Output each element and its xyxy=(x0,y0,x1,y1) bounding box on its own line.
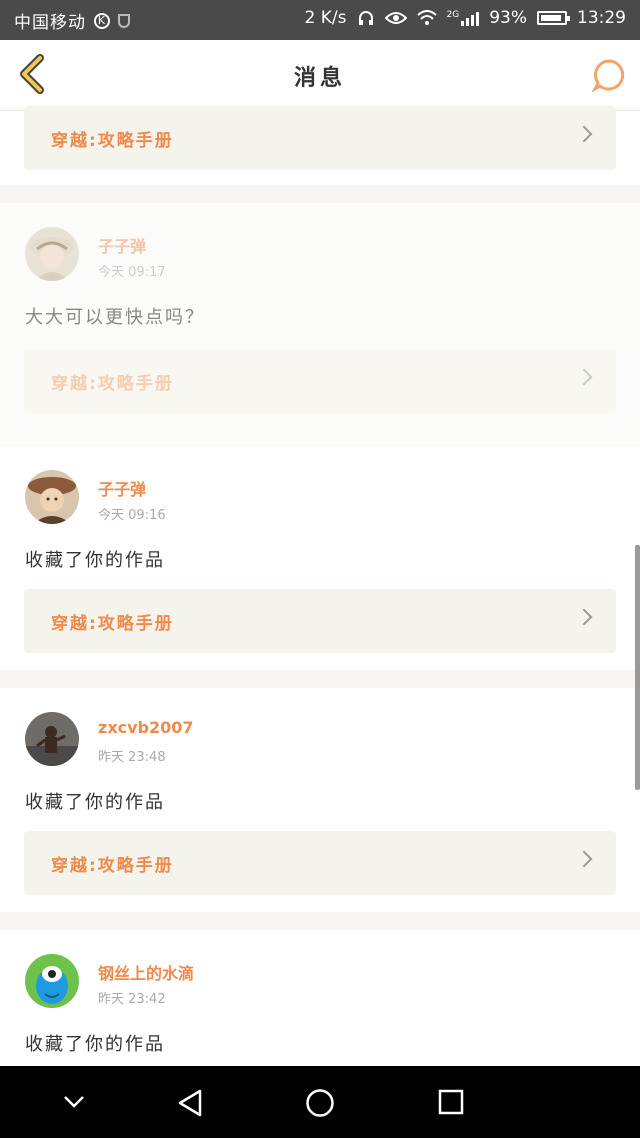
shield-icon xyxy=(118,13,130,28)
message-text: 收藏了你的作品 xyxy=(25,1034,165,1055)
signal-icon xyxy=(461,10,480,26)
battery-icon xyxy=(537,11,570,25)
work-link[interactable]: 穿越:攻略手册 xyxy=(24,349,616,413)
message-text: 大大可以更快点吗？ xyxy=(25,307,205,328)
avatar[interactable] xyxy=(25,712,79,766)
system-nav-bar xyxy=(0,1066,640,1138)
work-link[interactable]: 穿越:攻略手册 xyxy=(24,106,616,170)
chevron-right-icon xyxy=(575,368,593,386)
username[interactable]: 子子弹 xyxy=(98,476,146,500)
chevron-right-icon xyxy=(575,125,593,143)
work-link-title: 穿越:攻略手册 xyxy=(51,856,174,876)
message-card: 穿越:攻略手册 xyxy=(0,106,640,185)
work-link-title: 穿越:攻略手册 xyxy=(51,614,174,634)
recents-square-icon[interactable] xyxy=(437,1088,465,1116)
battery-percent: 93% xyxy=(489,8,527,28)
k-badge-icon: K xyxy=(94,12,110,29)
carrier-label: 中国移动 xyxy=(14,13,86,33)
eye-icon xyxy=(384,12,407,24)
scrollbar[interactable] xyxy=(635,545,640,790)
top-bar: 消息 xyxy=(0,40,640,111)
home-circle-icon[interactable] xyxy=(305,1088,335,1118)
message-text: 收藏了你的作品 xyxy=(25,792,165,813)
message-text: 收藏了你的作品 xyxy=(25,550,165,571)
message-card: 子子弹 今天 09:17 大大可以更快点吗？ 穿越:攻略手册 xyxy=(0,203,640,445)
work-link[interactable]: 穿越:攻略手册 xyxy=(24,831,616,895)
page-title: 消息 xyxy=(293,66,346,91)
status-bar: 中国移动 K 2 K/s 2G 93% 13:29 xyxy=(0,0,640,40)
message-card: zxcvb2007 昨天 23:48 收藏了你的作品 穿越:攻略手册 xyxy=(0,688,640,912)
avatar[interactable] xyxy=(25,470,79,524)
work-link-title: 穿越:攻略手册 xyxy=(51,131,174,151)
chat-bubble-icon[interactable] xyxy=(592,58,626,92)
work-link[interactable]: 穿越:攻略手册 xyxy=(24,589,616,653)
timestamp: 今天 09:16 xyxy=(98,508,166,523)
username[interactable]: zxcvb2007 xyxy=(98,718,194,737)
wifi-icon xyxy=(416,10,437,25)
clock: 13:29 xyxy=(577,8,626,28)
message-card: 钢丝上的水滴 昨天 23:42 收藏了你的作品 xyxy=(0,930,640,1066)
chevron-right-icon xyxy=(575,608,593,626)
username[interactable]: 子子弹 xyxy=(98,233,146,257)
username[interactable]: 钢丝上的水滴 xyxy=(98,960,194,984)
avatar[interactable] xyxy=(25,227,79,281)
timestamp: 昨天 23:48 xyxy=(98,750,166,765)
network-speed: 2 K/s xyxy=(304,8,347,28)
headphones-icon xyxy=(358,11,373,25)
message-card: 子子弹 今天 09:16 收藏了你的作品 穿越:攻略手册 xyxy=(0,446,640,670)
network-type: 2G xyxy=(446,10,460,20)
timestamp: 今天 09:17 xyxy=(98,265,166,280)
avatar[interactable] xyxy=(25,954,79,1008)
timestamp: 昨天 23:42 xyxy=(98,992,166,1007)
chevron-right-icon xyxy=(575,850,593,868)
work-link-title: 穿越:攻略手册 xyxy=(51,374,174,394)
back-triangle-icon[interactable] xyxy=(176,1088,204,1118)
chevron-down-icon[interactable] xyxy=(62,1094,86,1110)
